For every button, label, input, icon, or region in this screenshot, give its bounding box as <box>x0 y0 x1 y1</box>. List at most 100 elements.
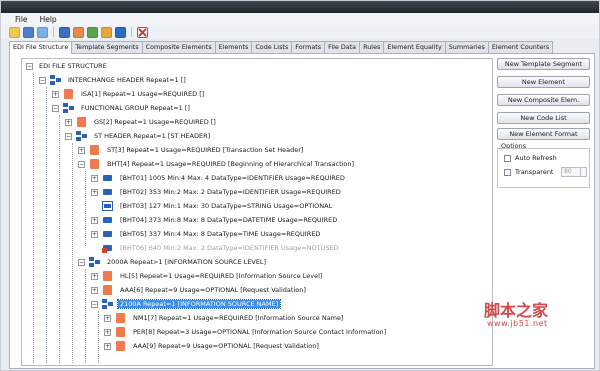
tree-node-label: ST[3] Repeat=1 Usage=REQUIRED [Transacti… <box>107 146 304 154</box>
save-icon[interactable] <box>23 26 34 38</box>
tree-line <box>98 311 99 363</box>
expand-toggle[interactable]: + <box>91 272 98 280</box>
expand-toggle[interactable]: + <box>78 146 85 154</box>
tab-file-data[interactable]: File Data <box>324 41 361 53</box>
tree-node-isa[interactable]: + ISA[1] Repeat=1 Usage=REQUIRED [] <box>52 87 206 101</box>
new-element-button[interactable]: New Element <box>497 76 590 88</box>
segment-icon <box>103 271 112 281</box>
tree-node-label: HL[5] Repeat=1 Usage=REQUIRED [Informati… <box>120 272 323 280</box>
expand-toggle[interactable]: + <box>91 188 98 196</box>
tree-node-per[interactable]: + PER[8] Repeat=3 Usage=OPTIONAL [Inform… <box>104 325 388 339</box>
toolbar-separator <box>131 27 132 37</box>
element-optional-icon <box>102 201 113 211</box>
element-icon <box>103 175 112 181</box>
options-group: Auto Refresh Transparent 80 <box>497 148 590 188</box>
tree-node-label: ST HEADER Repeat=1 [ST HEADER] <box>94 132 211 140</box>
open-folder-icon[interactable] <box>9 26 20 38</box>
tree-node-root[interactable]: − EDI FILE STRUCTURE <box>26 59 109 73</box>
tab-summaries[interactable]: Summaries <box>444 41 489 53</box>
tree-node-hl[interactable]: + HL[5] Repeat=1 Usage=REQUIRED [Informa… <box>91 269 324 283</box>
collapse-toggle[interactable]: − <box>39 76 46 84</box>
segment-icon <box>116 341 125 351</box>
auto-refresh-option[interactable]: Auto Refresh <box>504 154 557 162</box>
new-composite-element-button[interactable]: New Composite Elem. <box>497 94 590 106</box>
add-code-icon[interactable] <box>115 26 126 38</box>
expand-toggle[interactable]: + <box>91 216 98 224</box>
collapse-toggle[interactable]: − <box>91 300 98 308</box>
tab-element-counters[interactable]: Element Counters <box>487 41 554 53</box>
title-bar <box>1 1 599 13</box>
tree-node-2100a[interactable]: − 2100A Repeat=1 [INFORMATION SOURCE NAM… <box>91 297 282 311</box>
tree-node-bht03[interactable]: + [BHT03] 127 Min:1 Max: 30 DataType=STR… <box>91 199 334 213</box>
collapse-toggle[interactable]: − <box>78 160 85 168</box>
new-element-format-button[interactable]: New Element Format <box>497 128 590 140</box>
tab-composite-elements[interactable]: Composite Elements <box>141 41 216 53</box>
expand-toggle[interactable]: + <box>52 90 59 98</box>
collapse-toggle[interactable]: − <box>65 132 72 140</box>
expand-toggle[interactable]: + <box>65 118 72 126</box>
add-composite-icon[interactable] <box>101 26 112 38</box>
expand-toggle[interactable]: + <box>104 328 111 336</box>
menu-help[interactable]: Help <box>40 15 57 24</box>
tree-node-st[interactable]: + ST[3] Repeat=1 Usage=REQUIRED [Transac… <box>78 143 305 157</box>
menu-file[interactable]: File <box>15 15 28 24</box>
tree-node-bht04[interactable]: + [BHT04] 373 Min:8 Max: 8 DataType=DATE… <box>91 213 339 227</box>
tree-line <box>72 143 73 363</box>
tree-node-label: GS[2] Repeat=1 Usage=REQUIRED [] <box>94 118 216 126</box>
add-group-icon[interactable] <box>59 26 70 38</box>
tree-node-bht05[interactable]: + [BHT05] 337 Min:4 Max: 8 DataType=TIME… <box>91 227 322 241</box>
app-window: File Help EDI File Structure Template Se… <box>0 0 600 371</box>
collapse-toggle[interactable]: − <box>78 258 85 266</box>
tab-elements[interactable]: Elements <box>214 41 253 53</box>
watermark-url: www.jb51.net <box>487 319 548 328</box>
tree-node-label: PER[8] Repeat=3 Usage=OPTIONAL [Informat… <box>133 328 387 336</box>
tree-node-label: [BHT05] 337 Min:4 Max: 8 DataType=TIME U… <box>120 230 321 238</box>
tab-element-equality[interactable]: Element Equality <box>383 41 446 53</box>
tab-code-lists[interactable]: Code Lists <box>251 41 293 53</box>
refresh-icon[interactable] <box>37 26 48 38</box>
edi-structure-tree[interactable]: − EDI FILE STRUCTURE − INTERCHANGE HEADE… <box>21 58 493 366</box>
tab-formats[interactable]: Formats <box>291 41 326 53</box>
collapse-toggle[interactable]: − <box>26 62 33 70</box>
new-template-segment-button[interactable]: New Template Segment <box>497 58 590 70</box>
tree-node-bht02[interactable]: + [BHT02] 353 Min:2 Max: 2 DataType=IDEN… <box>91 185 343 199</box>
tree-node-functional-group[interactable]: − FUNCTIONAL GROUP Repeat=1 [] <box>52 101 192 115</box>
tree-node-label: [BHT01] 1005 Min:4 Max: 4 DataType=IDENT… <box>120 174 345 182</box>
tree-node-st-header[interactable]: − ST HEADER Repeat=1 [ST HEADER] <box>65 129 212 143</box>
tree-node-nm1[interactable]: + NM1[7] Repeat=1 Usage=REQUIRED [Inform… <box>104 311 346 325</box>
transparency-spinner[interactable]: 80 <box>561 167 587 177</box>
tab-edi-file-structure[interactable]: EDI File Structure <box>9 41 73 54</box>
tree-node-label: EDI FILE STRUCTURE <box>39 62 107 70</box>
tree-node-aaa-6[interactable]: + AAA[6] Repeat=9 Usage=OPTIONAL [Reques… <box>91 283 308 297</box>
new-code-list-button[interactable]: New Code List <box>497 112 590 124</box>
tree-node-aaa-9[interactable]: + AAA[9] Repeat=9 Usage=OPTIONAL [Reques… <box>104 339 321 353</box>
tree-line <box>46 87 47 363</box>
delete-icon[interactable] <box>137 26 148 38</box>
group-icon <box>89 257 100 267</box>
tree-node-bht06[interactable]: + [BHT06] 640 Min:2 Max: 2 DataType=IDEN… <box>91 241 341 255</box>
element-notused-icon <box>102 245 112 253</box>
segment-icon <box>116 327 125 337</box>
tree-node-2000a[interactable]: − 2000A Repeat>1 [INFORMATION SOURCE LEV… <box>78 255 268 269</box>
transparent-option[interactable]: Transparent <box>504 168 553 176</box>
tree-node-bht01[interactable]: + [BHT01] 1005 Min:4 Max: 4 DataType=IDE… <box>91 171 347 185</box>
auto-refresh-checkbox[interactable] <box>504 154 511 162</box>
expand-toggle[interactable]: + <box>91 174 98 182</box>
tree-node-gs[interactable]: + GS[2] Repeat=1 Usage=REQUIRED [] <box>65 115 218 129</box>
tree-node-interchange-header[interactable]: − INTERCHANGE HEADER Repeat=1 [] <box>39 73 188 87</box>
expand-toggle[interactable]: + <box>104 342 111 350</box>
add-element-icon[interactable] <box>87 26 98 38</box>
expand-toggle[interactable]: + <box>91 286 98 294</box>
expand-toggle[interactable]: + <box>104 314 111 322</box>
transparent-checkbox[interactable] <box>504 168 511 176</box>
add-segment-icon[interactable] <box>73 26 84 38</box>
collapse-toggle[interactable]: − <box>52 104 59 112</box>
tab-template-segments[interactable]: Template Segments <box>71 41 143 53</box>
spinner-arrows-icon[interactable] <box>580 168 586 176</box>
tree-node-label: [BHT06] 640 Min:2 Max: 2 DataType=IDENTI… <box>120 244 339 252</box>
tab-rules[interactable]: Rules <box>359 41 385 53</box>
tree-node-bht[interactable]: − BHT[4] Repeat=1 Usage=REQUIRED [Beginn… <box>78 157 356 171</box>
tree-node-label: [BHT03] 127 Min:1 Max: 30 DataType=STRIN… <box>120 202 333 210</box>
expand-toggle[interactable]: + <box>91 230 98 238</box>
tree-line <box>85 171 86 246</box>
